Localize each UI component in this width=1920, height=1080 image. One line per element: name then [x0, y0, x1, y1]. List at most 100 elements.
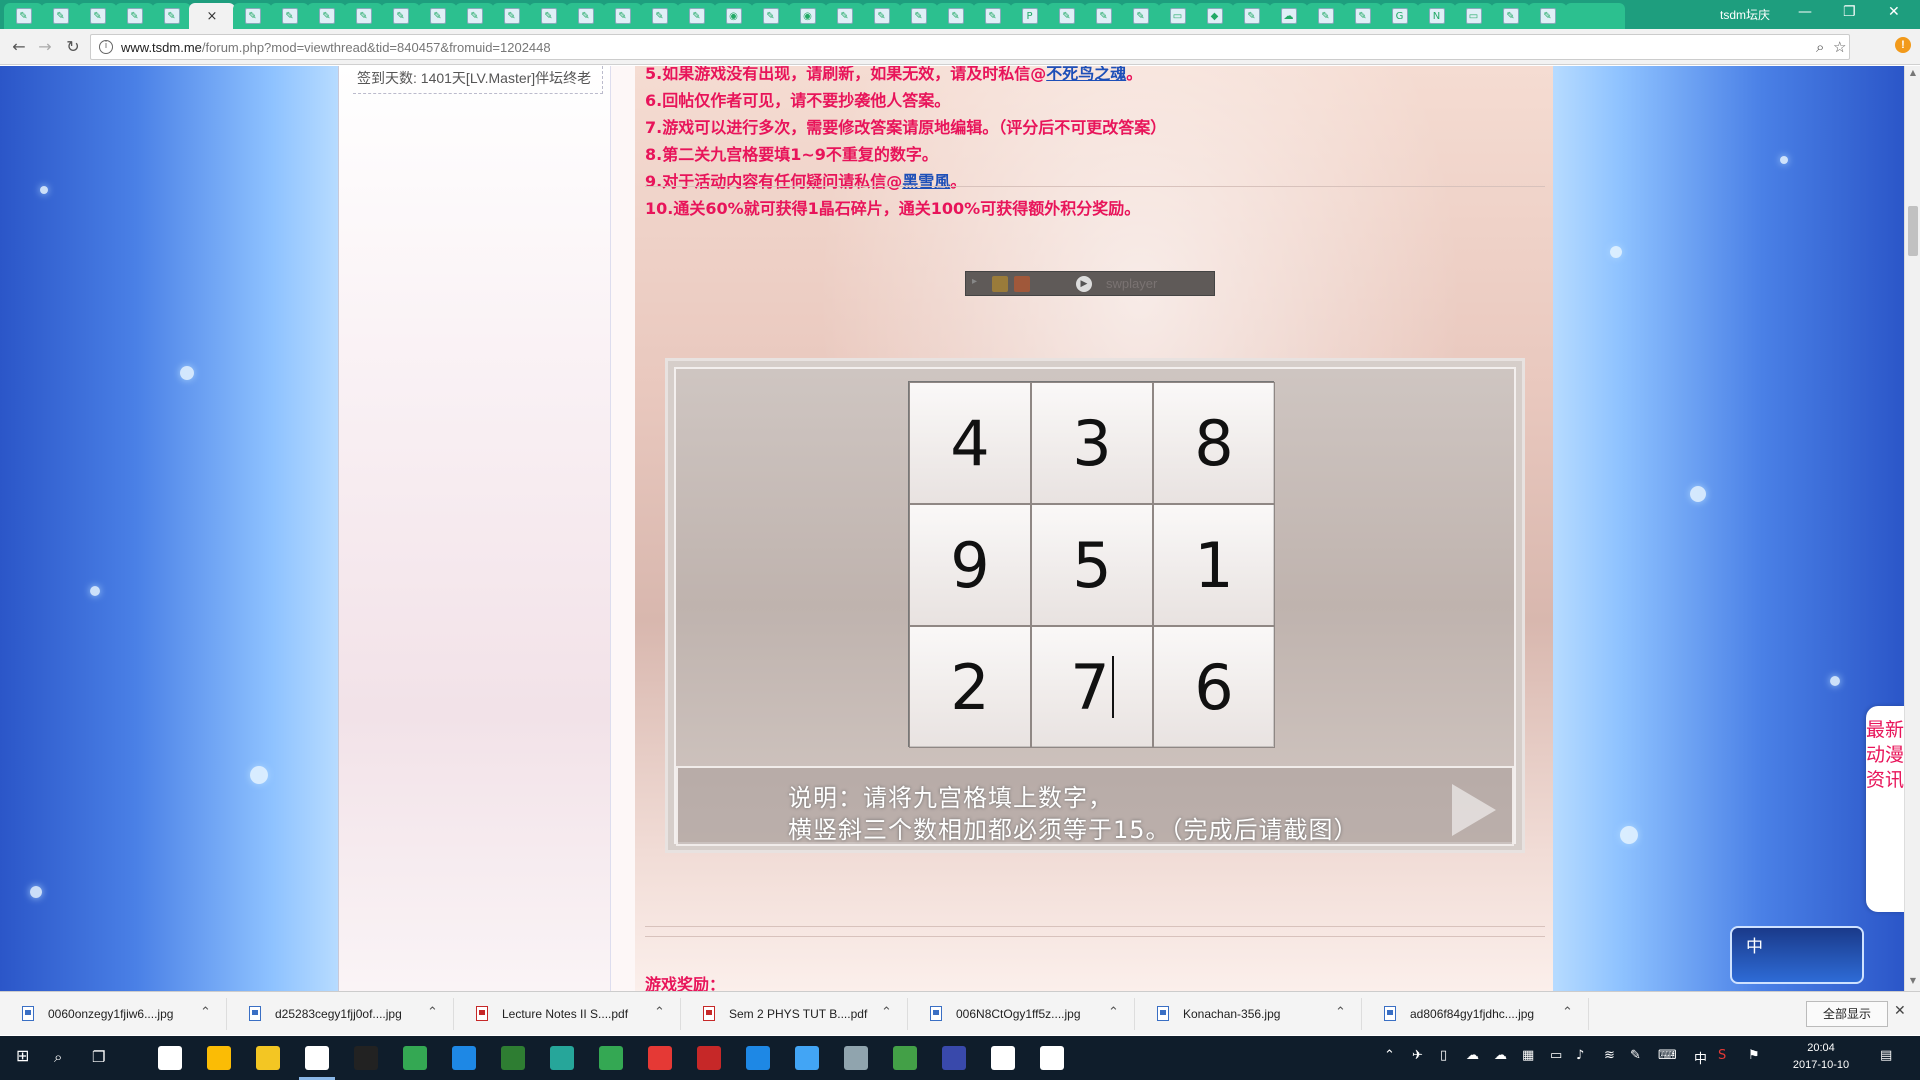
scroll-up-icon[interactable]: ▲: [1908, 68, 1918, 77]
next-arrow-icon[interactable]: [1452, 784, 1496, 836]
download-options-chevron-icon[interactable]: ⌃: [1335, 1005, 1346, 1020]
browser-tab[interactable]: ✎: [1528, 3, 1567, 29]
grid-cell[interactable]: 2: [909, 626, 1031, 748]
taskbar-app-icon[interactable]: [746, 1046, 770, 1070]
browser-tab[interactable]: ✎: [1232, 3, 1271, 29]
taskbar-app-icon[interactable]: [599, 1046, 623, 1070]
download-options-chevron-icon[interactable]: ⌃: [1562, 1005, 1573, 1020]
browser-tab[interactable]: ✎: [1047, 3, 1086, 29]
browser-tab[interactable]: ✎: [751, 3, 790, 29]
flag-icon[interactable]: ⚑: [1748, 1048, 1760, 1063]
download-item[interactable]: ad806f84gy1fjdhc....jpg ⌃: [1364, 998, 1589, 1030]
taskbar-app-icon[interactable]: [648, 1046, 672, 1070]
zoom-icon[interactable]: ⌕: [1816, 38, 1824, 56]
browser-tab[interactable]: ✎: [640, 3, 679, 29]
minimize-icon[interactable]: —: [1798, 4, 1812, 20]
onedrive-icon[interactable]: ☁: [1466, 1048, 1479, 1063]
browser-tab[interactable]: P: [1010, 3, 1049, 29]
browser-tab[interactable]: ✎: [381, 3, 420, 29]
sogou-ime-icon[interactable]: S: [1718, 1048, 1726, 1063]
taskbar-app-icon[interactable]: [942, 1046, 966, 1070]
taskbar-app-icon[interactable]: [207, 1046, 231, 1070]
download-item[interactable]: Lecture Notes II S....pdf ⌃: [456, 998, 681, 1030]
browser-tab[interactable]: ☁: [1269, 3, 1308, 29]
browser-tab[interactable]: ✎: [677, 3, 716, 29]
task-view-icon[interactable]: ❐: [92, 1048, 105, 1066]
browser-tab[interactable]: G: [1380, 3, 1419, 29]
browser-tab[interactable]: ✎: [603, 3, 642, 29]
browser-tab[interactable]: ✎: [529, 3, 568, 29]
extension-icon[interactable]: !: [1895, 37, 1911, 53]
taskbar-app-icon[interactable]: [256, 1046, 280, 1070]
search-icon[interactable]: ⌕: [54, 1048, 62, 1066]
device-icon[interactable]: ▦: [1522, 1048, 1534, 1063]
browser-tab[interactable]: ✎: [115, 3, 154, 29]
browser-tab[interactable]: ✎: [1491, 3, 1530, 29]
download-options-chevron-icon[interactable]: ⌃: [1108, 1005, 1119, 1020]
taskbar-app-icon[interactable]: [354, 1046, 378, 1070]
browser-tab[interactable]: ✎: [492, 3, 531, 29]
mention-link[interactable]: 黑雪風: [902, 172, 950, 191]
browser-tab[interactable]: N: [1417, 3, 1456, 29]
taskbar-app-icon[interactable]: [305, 1046, 329, 1070]
taskbar-app-icon[interactable]: [893, 1046, 917, 1070]
info-icon[interactable]: i: [99, 40, 113, 54]
wifi-icon[interactable]: ≋: [1604, 1048, 1615, 1063]
mention-link[interactable]: 不死鸟之魂: [1046, 66, 1126, 83]
browser-tab[interactable]: ✎: [418, 3, 457, 29]
browser-tab[interactable]: ✎: [936, 3, 975, 29]
browser-tab[interactable]: ✎: [1121, 3, 1160, 29]
grid-cell[interactable]: 1: [1153, 504, 1275, 626]
download-item[interactable]: d25283cegy1fjj0of....jpg ⌃: [229, 998, 454, 1030]
cloud-icon[interactable]: ☁: [1494, 1048, 1507, 1063]
browser-tab[interactable]: ✎: [455, 3, 494, 29]
windows-start-icon[interactable]: ⊞: [16, 1046, 29, 1065]
pause-icon[interactable]: [992, 276, 1008, 292]
download-item[interactable]: 006N8CtOgy1ff5z....jpg ⌃: [910, 998, 1135, 1030]
taskbar-app-icon[interactable]: [550, 1046, 574, 1070]
tablet-icon[interactable]: ▯: [1440, 1048, 1447, 1063]
grid-cell[interactable]: 5: [1031, 504, 1153, 626]
reload-icon[interactable]: ↻: [62, 36, 84, 58]
browser-tab[interactable]: ✎: [344, 3, 383, 29]
ime-widget[interactable]: 中: [1730, 926, 1864, 984]
download-options-chevron-icon[interactable]: ⌃: [200, 1005, 211, 1020]
active-browser-tab[interactable]: ×: [189, 3, 235, 29]
play-icon[interactable]: ▶: [1076, 276, 1092, 292]
grid-cell[interactable]: 4: [909, 382, 1031, 504]
browser-tab[interactable]: ✎: [899, 3, 938, 29]
close-window-icon[interactable]: ✕: [1888, 4, 1900, 20]
bookmark-star-icon[interactable]: ☆: [1833, 38, 1846, 56]
close-download-shelf-icon[interactable]: ✕: [1894, 1003, 1906, 1019]
browser-tab[interactable]: ◉: [788, 3, 827, 29]
download-options-chevron-icon[interactable]: ⌃: [654, 1005, 665, 1020]
browser-tab[interactable]: ✎: [270, 3, 309, 29]
grid-cell[interactable]: 8: [1153, 382, 1275, 504]
grid-cell-focused[interactable]: 7: [1031, 626, 1153, 748]
taskbar-app-icon[interactable]: [158, 1046, 182, 1070]
download-options-chevron-icon[interactable]: ⌃: [881, 1005, 892, 1020]
browser-tab[interactable]: ✎: [1306, 3, 1345, 29]
browser-tab[interactable]: ◉: [714, 3, 753, 29]
action-center-icon[interactable]: ▤: [1880, 1048, 1892, 1063]
taskbar-app-icon[interactable]: [501, 1046, 525, 1070]
browser-tab[interactable]: ▭: [1454, 3, 1493, 29]
browser-tab[interactable]: ✎: [973, 3, 1012, 29]
grid-cell[interactable]: 3: [1031, 382, 1153, 504]
browser-tab[interactable]: ✎: [78, 3, 117, 29]
browser-tab[interactable]: ✎: [41, 3, 80, 29]
ime-indicator[interactable]: 中: [1694, 1048, 1707, 1067]
send-icon[interactable]: ✈: [1412, 1048, 1423, 1063]
system-clock[interactable]: 20:04 2017-10-10: [1785, 1040, 1857, 1074]
battery-icon[interactable]: ▭: [1550, 1048, 1562, 1063]
browser-tab[interactable]: ✎: [1343, 3, 1382, 29]
taskbar-app-icon[interactable]: [795, 1046, 819, 1070]
taskbar-app-icon[interactable]: [697, 1046, 721, 1070]
browser-tab[interactable]: ✎: [862, 3, 901, 29]
taskbar-app-icon[interactable]: [991, 1046, 1015, 1070]
browser-tab[interactable]: ✎: [233, 3, 272, 29]
browser-tab[interactable]: ▭: [1158, 3, 1197, 29]
forward-icon[interactable]: →: [34, 36, 56, 58]
browser-tab[interactable]: ✎: [566, 3, 605, 29]
taskbar-app-icon[interactable]: [452, 1046, 476, 1070]
